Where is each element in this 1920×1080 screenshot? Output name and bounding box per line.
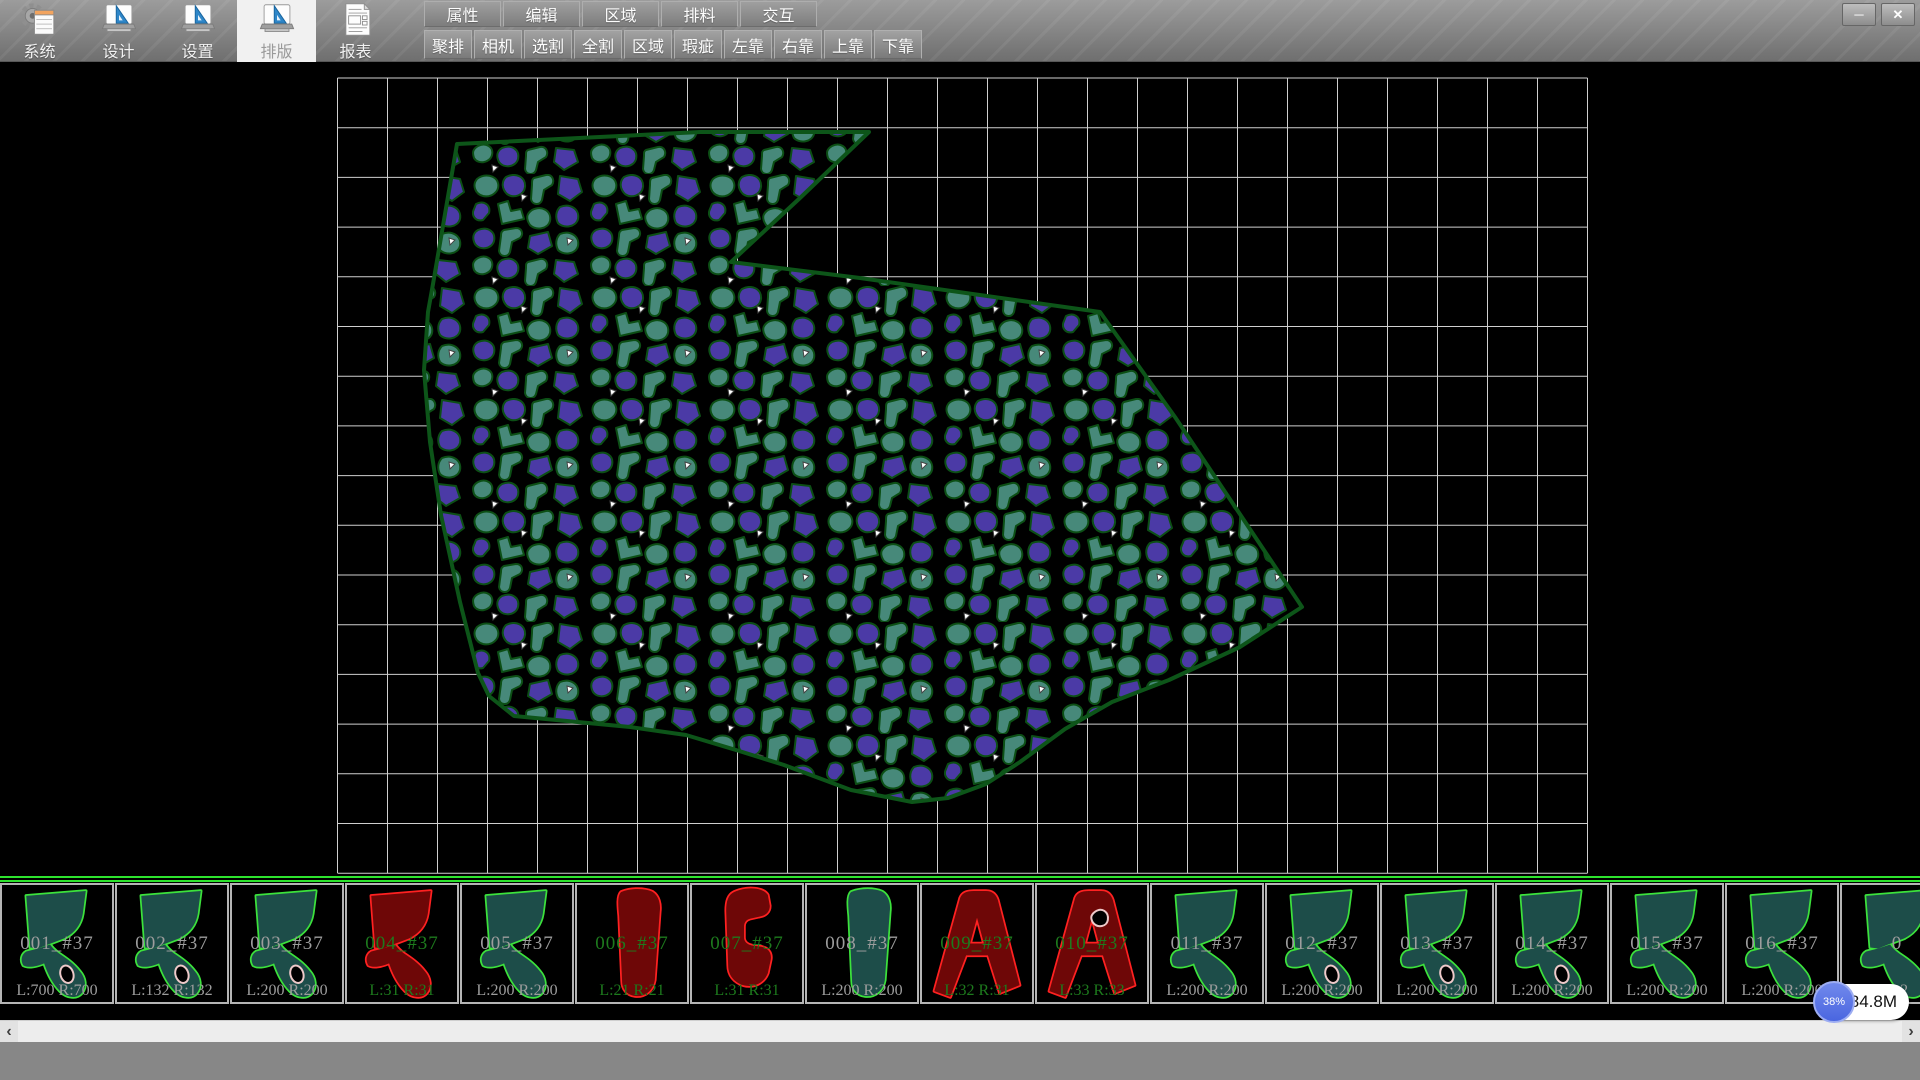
menu-item-4[interactable]: 排料 — [661, 1, 738, 27]
tool-button-4[interactable]: 全割 — [574, 30, 622, 59]
part-id: 007_#37 — [692, 933, 802, 955]
part-lr-count: L:132 R:132 — [117, 982, 227, 1000]
part-thumbnail-10[interactable]: 010_#37 L:33 R:33 — [1035, 883, 1149, 1004]
part-id: 011_#37 — [1152, 933, 1262, 955]
nav-tab-2[interactable]: 设计 — [79, 0, 158, 62]
nav-tab-4[interactable]: 排版 — [237, 0, 316, 62]
part-id: 015_#37 — [1612, 933, 1722, 955]
nav-tab-1[interactable]: 系统 — [0, 0, 79, 62]
part-id: 003_#37 — [232, 933, 342, 955]
part-id: 016_#37 — [1727, 933, 1837, 955]
nav-tab-label: 设置 — [181, 38, 213, 62]
scroll-left-arrow[interactable]: ‹ — [0, 1021, 18, 1043]
nav-tabs: 系统 设计 设置 排版 报表 — [0, 0, 395, 62]
minimize-button[interactable]: ─ — [1842, 3, 1876, 26]
strip-divider-line — [0, 880, 1920, 882]
horizontal-scrollbar[interactable]: ‹ › — [0, 1020, 1920, 1042]
part-id: 004_#37 — [347, 933, 457, 955]
strip-divider-line — [0, 876, 1920, 878]
part-lr-count: L:200 R:200 — [462, 982, 572, 1000]
nav-tab-label: 报表 — [339, 38, 371, 62]
window-controls: ─✕ — [1842, 3, 1915, 26]
parts-strip: 001_#37 L:700 R:700 002_#37 L:132 R:132 … — [0, 876, 1920, 1020]
report-document-icon — [333, 2, 379, 37]
part-thumbnail-15[interactable]: 015_#37 L:200 R:200 — [1610, 883, 1724, 1004]
tool-button-8[interactable]: 右靠 — [774, 30, 822, 59]
menu-item-3[interactable]: 区域 — [582, 1, 659, 27]
part-thumbnail-4[interactable]: 004_#37 L:31 R:31 — [345, 883, 459, 1004]
part-thumbnail-14[interactable]: 014_#37 L:200 R:200 — [1495, 883, 1609, 1004]
application-window: 系统 设计 设置 排版 报表 属性编辑区域排料交互 聚排相机选割全割区域瑕疵左靠… — [0, 0, 1920, 1080]
nav-tab-label: 设计 — [102, 38, 134, 62]
nav-tab-label: 排版 — [260, 38, 292, 62]
part-id: 008_#37 — [807, 933, 917, 955]
part-id: 014_#37 — [1497, 933, 1607, 955]
part-thumbnail-13[interactable]: 013_#37 L:200 R:200 — [1380, 883, 1494, 1004]
part-thumbnail-2[interactable]: 002_#37 L:132 R:132 — [115, 883, 229, 1004]
part-lr-count: L:200 R:200 — [1382, 982, 1492, 1000]
part-thumbnail-12[interactable]: 012_#37 L:200 R:200 — [1265, 883, 1379, 1004]
nav-tab-label: 系统 — [23, 38, 55, 62]
tool-button-3[interactable]: 选割 — [524, 30, 572, 59]
nesting-canvas[interactable] — [0, 62, 1920, 876]
tool-button-1[interactable]: 聚排 — [424, 30, 472, 59]
tool-button-5[interactable]: 区域 — [624, 30, 672, 59]
part-lr-count: L:32 R:31 — [922, 982, 1032, 1000]
nav-tab-3[interactable]: 设置 — [158, 0, 237, 62]
part-lr-count: L:31 R:31 — [692, 982, 802, 1000]
status-badge: 384.8M 38% — [1813, 981, 1909, 1023]
part-lr-count: L:200 R:200 — [1497, 982, 1607, 1000]
part-id: 0 — [1842, 933, 1920, 955]
menu-bar: 属性编辑区域排料交互 — [424, 1, 817, 28]
progress-value: 38% — [1823, 996, 1845, 1008]
part-lr-count: L:33 R:33 — [1037, 982, 1147, 1000]
part-id: 009_#37 — [922, 933, 1032, 955]
part-id: 010_#37 — [1037, 933, 1147, 955]
part-thumbnail-1[interactable]: 001_#37 L:700 R:700 — [0, 883, 114, 1004]
progress-badge: 38% — [1813, 981, 1855, 1023]
part-lr-count: L:31 R:31 — [347, 982, 457, 1000]
part-thumbnail-7[interactable]: 007_#37 L:31 R:31 — [690, 883, 804, 1004]
part-thumbnail-6[interactable]: 006_#37 L:21 R:21 — [575, 883, 689, 1004]
part-lr-count: L:21 R:21 — [577, 982, 687, 1000]
laptop-ruler-icon — [175, 2, 221, 37]
tool-button-9[interactable]: 上靠 — [824, 30, 872, 59]
part-id: 001_#37 — [2, 933, 112, 955]
laptop-ruler-icon — [96, 2, 142, 37]
top-toolbar: 系统 设计 设置 排版 报表 属性编辑区域排料交互 聚排相机选割全割区域瑕疵左靠… — [0, 0, 1920, 62]
laptop-ruler-icon — [254, 2, 300, 37]
part-id: 006_#37 — [577, 933, 687, 955]
part-lr-count: L:200 R:200 — [1152, 982, 1262, 1000]
part-id: 012_#37 — [1267, 933, 1377, 955]
part-id: 005_#37 — [462, 933, 572, 955]
part-lr-count: L:200 R:200 — [1612, 982, 1722, 1000]
tool-button-7[interactable]: 左靠 — [724, 30, 772, 59]
tool-bar: 聚排相机选割全割区域瑕疵左靠右靠上靠下靠 — [424, 30, 922, 60]
menu-item-1[interactable]: 属性 — [424, 1, 501, 27]
hide-shape[interactable] — [424, 132, 1302, 802]
part-thumbnail-8[interactable]: 008_#37 L:200 R:200 — [805, 883, 919, 1004]
menu-item-5[interactable]: 交互 — [740, 1, 817, 27]
part-thumbnail-9[interactable]: 009_#37 L:32 R:31 — [920, 883, 1034, 1004]
part-lr-count: L:200 R:200 — [232, 982, 342, 1000]
part-thumbnail-11[interactable]: 011_#37 L:200 R:200 — [1150, 883, 1264, 1004]
tool-button-10[interactable]: 下靠 — [874, 30, 922, 59]
close-button[interactable]: ✕ — [1881, 3, 1915, 26]
part-id: 002_#37 — [117, 933, 227, 955]
scroll-right-arrow[interactable]: › — [1902, 1021, 1920, 1043]
status-bar — [0, 1042, 1920, 1080]
canvas-svg — [0, 62, 1920, 876]
part-lr-count: L:700 R:700 — [2, 982, 112, 1000]
part-id: 013_#37 — [1382, 933, 1492, 955]
tool-button-2[interactable]: 相机 — [474, 30, 522, 59]
menu-item-2[interactable]: 编辑 — [503, 1, 580, 27]
part-lr-count: L:200 R:200 — [807, 982, 917, 1000]
gear-document-icon — [17, 2, 63, 37]
tool-button-6[interactable]: 瑕疵 — [674, 30, 722, 59]
part-thumbnail-5[interactable]: 005_#37 L:200 R:200 — [460, 883, 574, 1004]
nav-tab-5[interactable]: 报表 — [316, 0, 395, 62]
parts-list: 001_#37 L:700 R:700 002_#37 L:132 R:132 … — [0, 883, 1920, 1004]
part-lr-count: L:200 R:200 — [1267, 982, 1377, 1000]
part-thumbnail-3[interactable]: 003_#37 L:200 R:200 — [230, 883, 344, 1004]
